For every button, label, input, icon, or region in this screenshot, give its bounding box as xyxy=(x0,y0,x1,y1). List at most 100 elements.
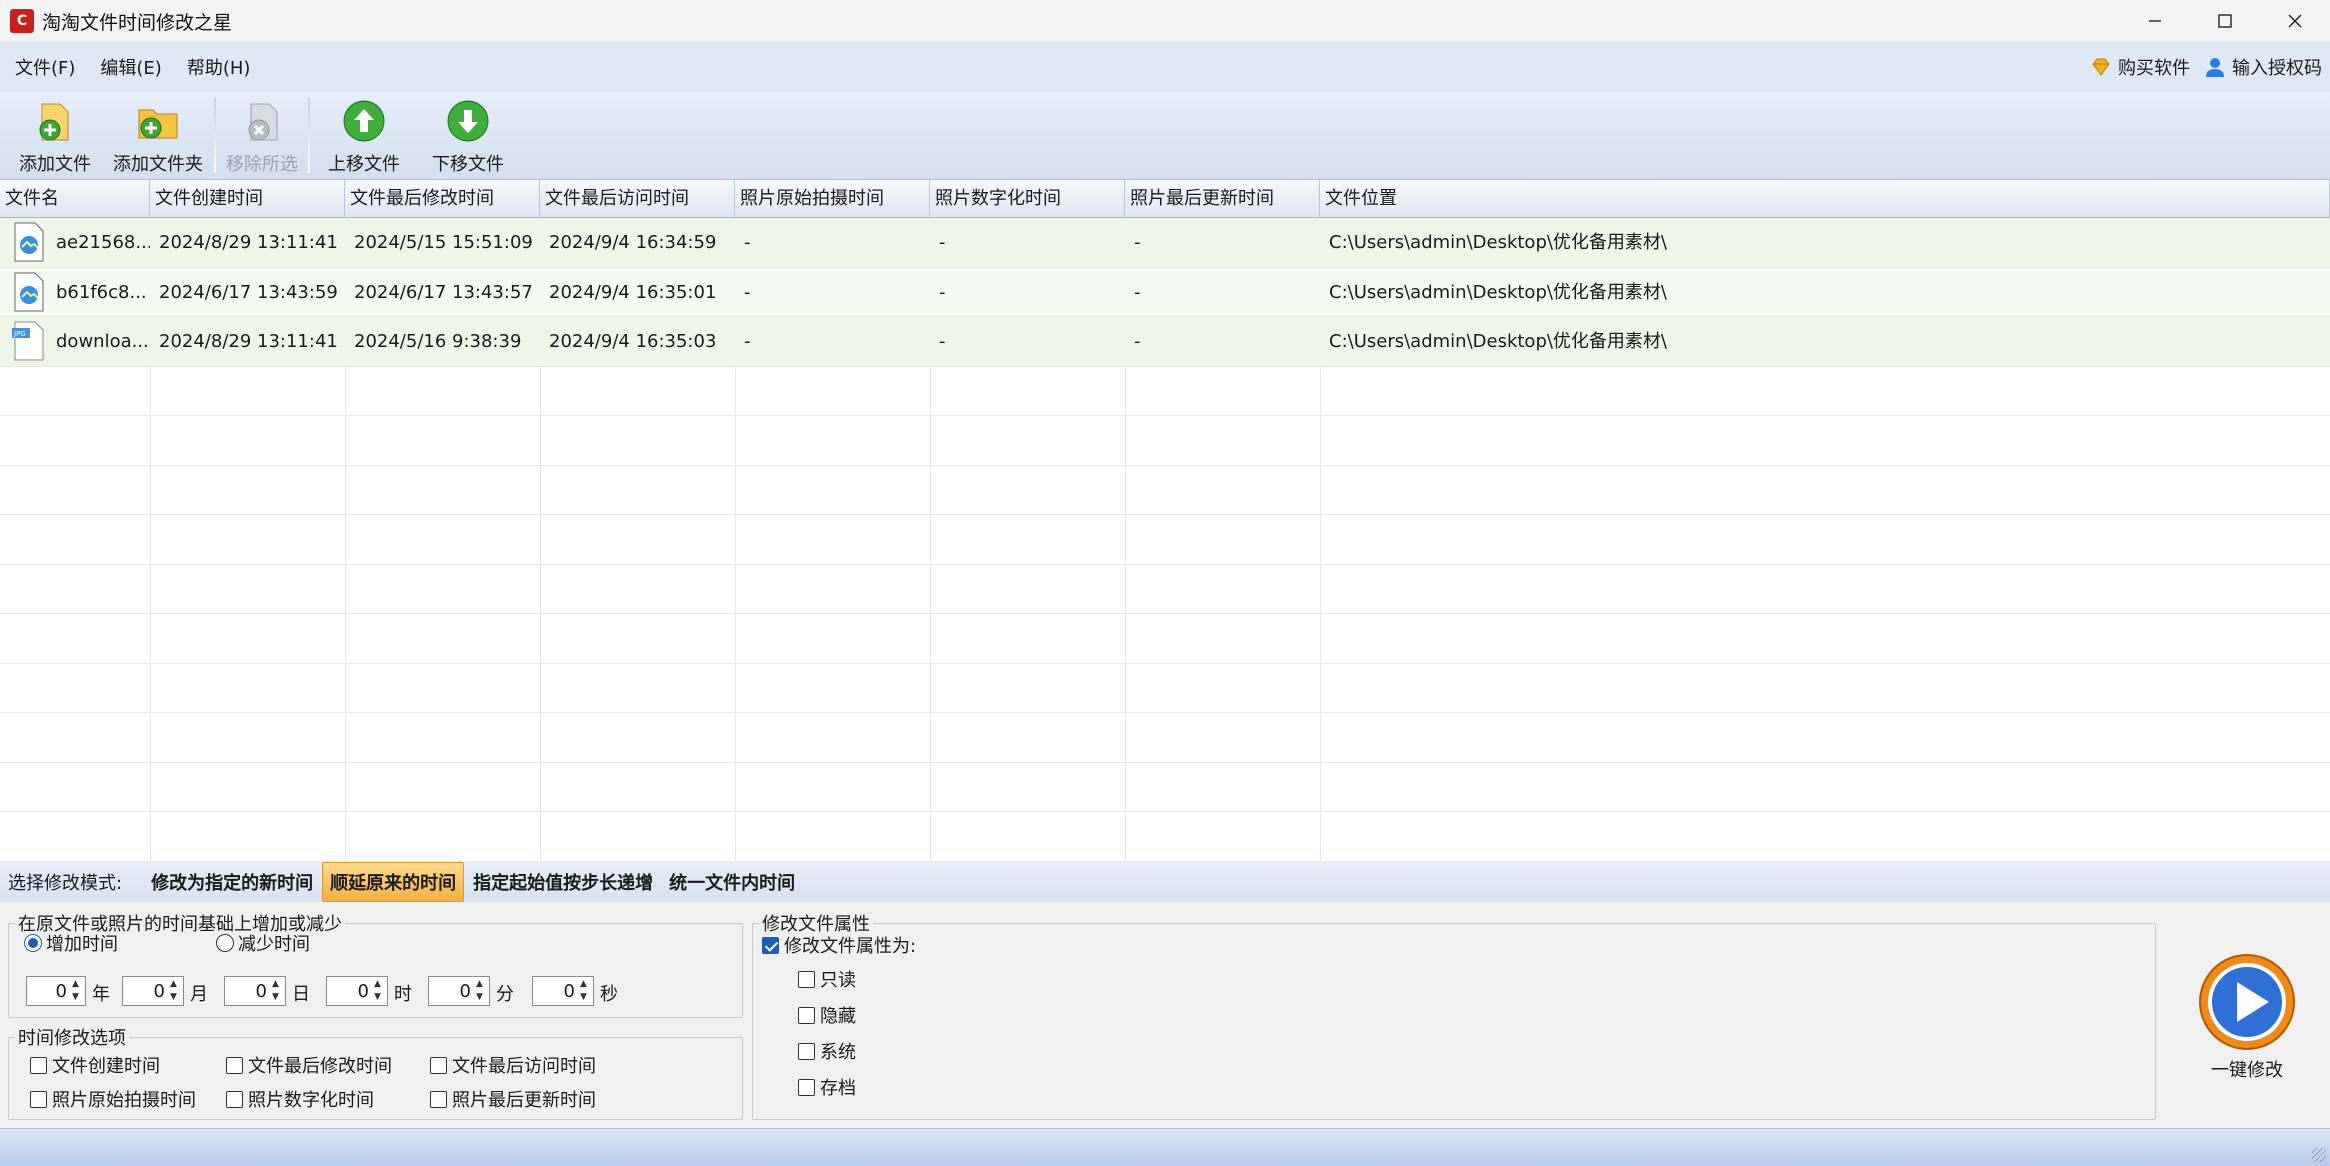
table-row[interactable]: JPG downloa... 2024/8/29 13:11:41 2024/5… xyxy=(0,317,2330,367)
empty-row xyxy=(0,812,2330,862)
column-header-modified[interactable]: 文件最后修改时间 xyxy=(345,180,540,218)
option-photo-taken[interactable]: 照片原始拍摄时间 xyxy=(30,1086,196,1112)
option-file-accessed[interactable]: 文件最后访问时间 xyxy=(430,1052,596,1078)
increase-time-radio[interactable]: 增加时间 xyxy=(24,930,118,956)
days-stepper[interactable]: 0 ▲ ▼ xyxy=(224,976,286,1006)
column-header-digitized[interactable]: 照片数字化时间 xyxy=(930,180,1125,218)
minutes-unit: 分 xyxy=(496,984,514,1005)
move-up-button[interactable]: 上移文件 xyxy=(324,92,404,179)
hours-value: 0 xyxy=(357,980,369,1002)
apply-all-button[interactable]: 一键修改 xyxy=(2192,952,2302,1092)
close-button[interactable] xyxy=(2260,0,2330,42)
minimize-button[interactable] xyxy=(2120,0,2190,42)
mode-tab-set-new-time[interactable]: 修改为指定的新时间 xyxy=(144,863,320,901)
mode-tab-shift-time[interactable]: 顺延原来的时间 xyxy=(322,862,465,902)
decrease-time-label: 减少时间 xyxy=(238,934,310,955)
spin-arrows-icon[interactable]: ▲ ▼ xyxy=(170,980,180,1002)
table-row[interactable]: b61f6c8... 2024/6/17 13:43:59 2024/6/17 … xyxy=(0,267,2330,317)
minutes-stepper[interactable]: 0 ▲ ▼ xyxy=(428,976,490,1006)
time-options-group-title: 时间修改选项 xyxy=(18,1028,126,1049)
modify-attributes-checkbox[interactable]: 修改文件属性为: xyxy=(762,932,916,958)
cell-location: C:\Users\admin\Desktop\优化备用素材\ xyxy=(1329,281,1667,303)
cell-accessed: 2024/9/4 16:35:01 xyxy=(549,281,717,303)
arrow-up-icon xyxy=(343,100,385,142)
cell-digitized: - xyxy=(939,232,946,253)
column-header-name[interactable]: 文件名 xyxy=(0,180,150,218)
months-unit: 月 xyxy=(190,984,208,1005)
mode-bar: 选择修改模式: 修改为指定的新时间 顺延原来的时间 指定起始值按步长递增 统一文… xyxy=(0,862,2330,902)
app-logo-icon: C xyxy=(10,9,34,33)
empty-row xyxy=(0,763,2330,812)
enter-license-button[interactable]: 输入授权码 xyxy=(2204,54,2322,80)
cell-digitized: - xyxy=(939,331,946,352)
option-photo-updated[interactable]: 照片最后更新时间 xyxy=(430,1086,596,1112)
cell-photo-taken: - xyxy=(744,331,751,352)
cell-modified: 2024/5/15 15:51:09 xyxy=(354,232,533,253)
resize-grip-icon[interactable] xyxy=(2312,1148,2326,1162)
spin-arrows-icon[interactable]: ▲ ▼ xyxy=(580,980,590,1002)
column-header-location[interactable]: 文件位置 xyxy=(1320,180,2330,218)
attr-readonly-checkbox[interactable]: 只读 xyxy=(798,966,856,992)
buy-software-button[interactable]: 购买软件 xyxy=(2090,54,2190,80)
close-icon xyxy=(2288,14,2302,28)
column-header-photo-updated[interactable]: 照片最后更新时间 xyxy=(1125,180,1320,218)
option-photo-digitized[interactable]: 照片数字化时间 xyxy=(226,1086,374,1112)
toolbar-separator xyxy=(214,98,216,173)
option-file-created[interactable]: 文件创建时间 xyxy=(30,1052,160,1078)
column-header-created[interactable]: 文件创建时间 xyxy=(150,180,345,218)
checkbox-indicator xyxy=(226,1056,243,1074)
attr-hidden-checkbox[interactable]: 隐藏 xyxy=(798,1002,856,1028)
years-value: 0 xyxy=(55,980,67,1002)
cell-created: 2024/8/29 13:11:41 xyxy=(159,331,338,352)
table-header: 文件名 文件创建时间 文件最后修改时间 文件最后访问时间 照片原始拍摄时间 照片… xyxy=(0,180,2330,218)
cell-location: C:\Users\admin\Desktop\优化备用素材\ xyxy=(1329,232,1667,253)
seconds-value: 0 xyxy=(563,980,575,1002)
increase-time-label: 增加时间 xyxy=(46,934,118,955)
menu-help[interactable]: 帮助(H) xyxy=(187,54,251,80)
spin-arrows-icon[interactable]: ▲ ▼ xyxy=(72,980,82,1002)
checkbox-indicator xyxy=(430,1056,447,1074)
attr-system-checkbox[interactable]: 系统 xyxy=(798,1038,856,1064)
cell-photo-updated: - xyxy=(1134,281,1141,303)
option-label: 照片最后更新时间 xyxy=(452,1090,596,1111)
attr-archive-checkbox[interactable]: 存档 xyxy=(798,1074,856,1100)
option-file-modified[interactable]: 文件最后修改时间 xyxy=(226,1052,392,1078)
cell-photo-updated: - xyxy=(1134,331,1141,352)
add-folder-button[interactable]: 添加文件夹 xyxy=(108,92,208,179)
column-header-photo-taken[interactable]: 照片原始拍摄时间 xyxy=(735,180,930,218)
checkbox-indicator xyxy=(762,936,779,954)
add-file-label: 添加文件 xyxy=(19,154,91,175)
move-down-button[interactable]: 下移文件 xyxy=(428,92,508,179)
radio-indicator xyxy=(24,934,42,952)
menu-edit[interactable]: 编辑(E) xyxy=(100,54,161,80)
attr-label: 系统 xyxy=(820,1042,856,1063)
remove-selected-button[interactable]: 移除所选 xyxy=(222,92,302,179)
cell-name: ae21568... xyxy=(56,232,150,253)
spin-arrows-icon[interactable]: ▲ ▼ xyxy=(476,980,486,1002)
mode-tab-step-increment[interactable]: 指定起始值按步长递增 xyxy=(466,863,660,901)
jpg-file-icon: JPG xyxy=(12,321,44,361)
seconds-stepper[interactable]: 0 ▲ ▼ xyxy=(532,976,594,1006)
mode-tab-unify-time[interactable]: 统一文件内时间 xyxy=(662,863,802,901)
file-attributes-group: 修改文件属性 xyxy=(752,910,2156,1120)
column-header-accessed[interactable]: 文件最后访问时间 xyxy=(540,180,735,218)
months-stepper[interactable]: 0 ▲ ▼ xyxy=(122,976,184,1006)
spin-arrows-icon[interactable]: ▲ ▼ xyxy=(272,980,282,1002)
menu-file[interactable]: 文件(F) xyxy=(15,54,75,80)
image-file-icon xyxy=(14,222,44,262)
cell-location: C:\Users\admin\Desktop\优化备用素材\ xyxy=(1329,331,1667,352)
radio-indicator xyxy=(216,934,234,952)
maximize-button[interactable] xyxy=(2190,0,2260,42)
empty-row xyxy=(0,367,2330,416)
cell-accessed: 2024/9/4 16:34:59 xyxy=(549,232,717,253)
spin-arrows-icon[interactable]: ▲ ▼ xyxy=(374,980,384,1002)
years-stepper[interactable]: 0 ▲ ▼ xyxy=(26,976,86,1006)
hours-stepper[interactable]: 0 ▲ ▼ xyxy=(326,976,388,1006)
table-row[interactable]: ae21568... 2024/8/29 13:11:41 2024/5/15 … xyxy=(0,218,2330,268)
decrease-time-radio[interactable]: 减少时间 xyxy=(216,930,310,956)
file-table[interactable]: 文件名 文件创建时间 文件最后修改时间 文件最后访问时间 照片原始拍摄时间 照片… xyxy=(0,180,2330,862)
checkbox-indicator xyxy=(798,1078,815,1096)
months-value: 0 xyxy=(153,980,165,1002)
days-unit: 日 xyxy=(292,984,310,1005)
add-file-button[interactable]: 添加文件 xyxy=(14,92,96,179)
